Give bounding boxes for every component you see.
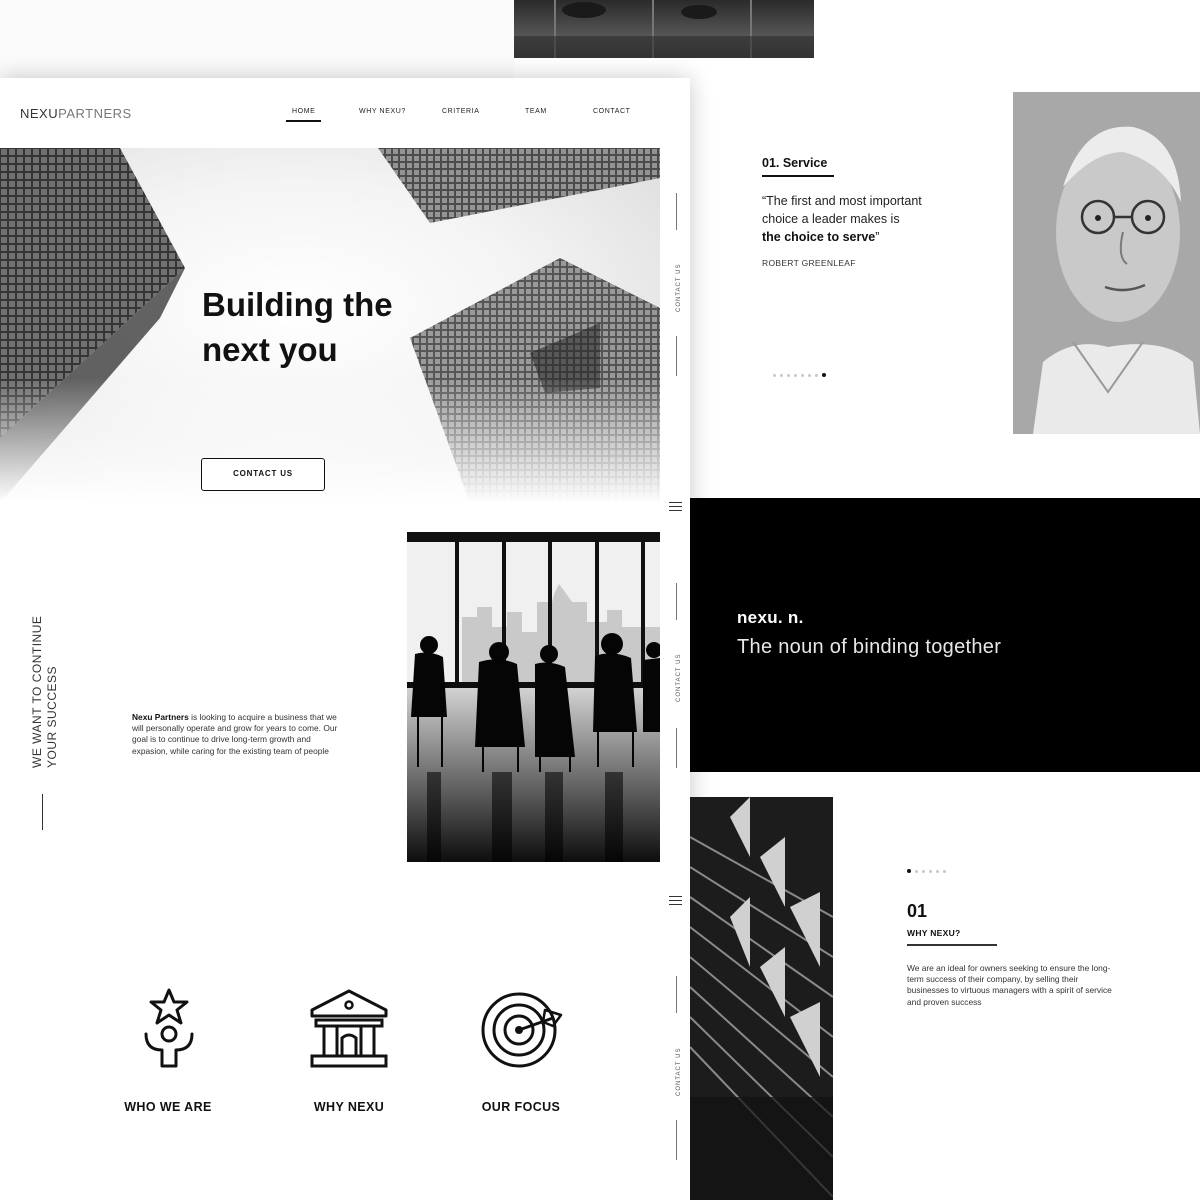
slider-dot[interactable]	[794, 373, 797, 377]
quote-heading-underline	[762, 175, 834, 177]
feature-label: WHO WE ARE	[124, 1100, 212, 1114]
feature-label: WHY NEXU	[313, 1100, 385, 1114]
slider-dot[interactable]	[773, 373, 776, 377]
about-company-name: Nexu Partners	[132, 712, 189, 722]
side-rail-divider	[676, 976, 677, 1013]
target-icon	[481, 992, 563, 1068]
nav-why-nexu[interactable]: WHY NEXU?	[359, 108, 406, 115]
slogan-divider	[42, 794, 43, 830]
slider-dot[interactable]	[943, 869, 946, 873]
side-rail-divider	[676, 728, 677, 768]
bank-building-icon	[310, 989, 388, 1068]
why-title: WHY NEXU?	[907, 928, 961, 938]
about-paragraph: Nexu Partners is looking to acquire a bu…	[132, 712, 347, 757]
quote-heading: 01. Service	[762, 156, 828, 170]
slider-dot[interactable]	[801, 373, 804, 377]
nav-criteria[interactable]: CRITERIA	[442, 108, 479, 115]
contact-us-button[interactable]: CONTACT US	[201, 458, 325, 491]
hero-title-line2: next you	[202, 331, 338, 368]
slider-dot[interactable]	[808, 373, 811, 377]
why-title-underline	[907, 944, 997, 946]
side-rail-divider	[676, 336, 677, 376]
background-page-top	[0, 0, 514, 78]
hamburger-icon[interactable]	[669, 896, 682, 905]
hamburger-icon[interactable]	[669, 502, 682, 511]
quote-line1: “The first and most important	[762, 194, 922, 208]
person-star-icon	[144, 988, 194, 1068]
home-page: NEXUPARTNERS HOME WHY NEXU? CRITERIA TEA…	[0, 78, 690, 1200]
nav-contact[interactable]: CONTACT	[593, 108, 631, 115]
slider-dot[interactable]	[787, 373, 790, 377]
slider-dot[interactable]	[822, 373, 826, 377]
meeting-silhouette-image	[407, 532, 660, 862]
why-paragraph: We are an ideal for owners seeking to en…	[907, 963, 1112, 1007]
slider-dot[interactable]	[936, 869, 939, 873]
definition-band	[690, 498, 1200, 772]
side-rail-divider	[676, 583, 677, 620]
hero-title: Building the next you	[202, 282, 462, 372]
slider-dot[interactable]	[780, 373, 783, 377]
feature-who-we-are[interactable]: WHO WE ARE	[98, 988, 238, 1114]
slider-dot[interactable]	[907, 869, 911, 873]
definition-word: nexu. n.	[737, 608, 804, 627]
why-slider-dots[interactable]	[907, 869, 946, 873]
logo[interactable]: NEXUPARTNERS	[20, 106, 132, 121]
portrait-photo	[1013, 92, 1200, 434]
quote-author: ROBERT GREENLEAF	[762, 258, 856, 268]
building-architecture-image	[690, 797, 833, 1200]
feature-our-focus[interactable]: OUR FOCUS	[451, 992, 591, 1114]
logo-thin: PARTNERS	[58, 106, 132, 121]
feature-why-nexu[interactable]: WHY NEXU	[279, 989, 419, 1114]
feature-label: OUR FOCUS	[481, 1100, 561, 1114]
slider-dot[interactable]	[815, 373, 818, 377]
why-number: 01	[907, 901, 928, 921]
slider-dot[interactable]	[915, 869, 918, 873]
vertical-slogan: WE WANT TO CONTINUE YOUR SUCCESS	[30, 616, 60, 768]
office-photo-strip	[514, 0, 814, 58]
slogan-line1: WE WANT TO CONTINUE	[30, 615, 44, 768]
side-rail-divider	[676, 1120, 677, 1160]
quote-text: “The first and most important choice a l…	[762, 192, 962, 246]
hero-title-line1: Building the	[202, 286, 393, 323]
side-rail-contact-link[interactable]: CONTACT US	[676, 1048, 682, 1096]
side-rail-contact-link[interactable]: CONTACT US	[676, 654, 682, 702]
side-rail-divider	[676, 193, 677, 230]
quote-bold: the choice to serve	[762, 230, 876, 244]
quote-end: ”	[875, 230, 880, 244]
nav-team[interactable]: TEAM	[525, 108, 547, 115]
quote-line2: choice a leader makes is	[762, 212, 900, 226]
nav-home[interactable]: HOME	[285, 108, 322, 122]
slider-dot[interactable]	[922, 869, 925, 873]
definition-meaning: The noun of binding together	[737, 636, 1002, 658]
side-rail-contact-link[interactable]: CONTACT US	[676, 264, 682, 312]
hero-section: Building the next you CONTACT US	[0, 148, 660, 503]
quote-slider-dots[interactable]	[773, 373, 826, 377]
slogan-line2: YOUR SUCCESS	[45, 665, 59, 768]
logo-bold: NEXU	[20, 106, 59, 121]
slider-dot[interactable]	[929, 869, 932, 873]
